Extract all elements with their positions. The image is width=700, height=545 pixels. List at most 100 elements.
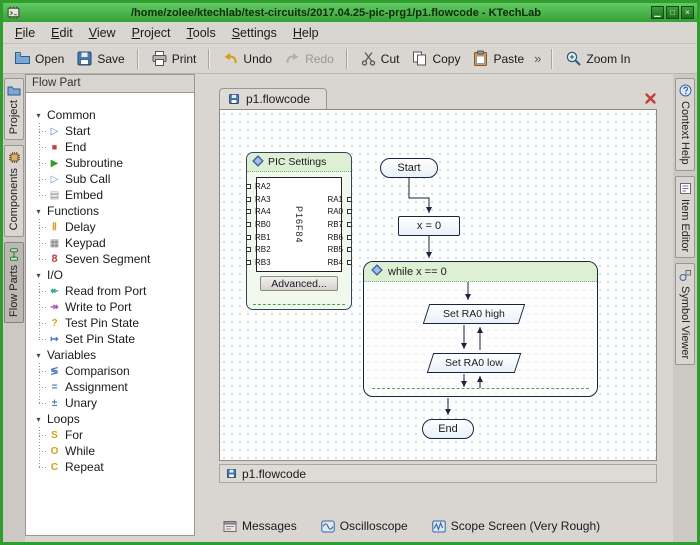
pin-label: RB0	[255, 220, 271, 229]
main-toolbar: Open Save Print Undo Redo Cut Copy	[3, 44, 697, 74]
pin-pad-icon	[246, 184, 251, 189]
tree-item-test-pin-state[interactable]: ? Test Pin State	[48, 315, 190, 331]
menu-view[interactable]: View	[81, 24, 124, 42]
collapse-arrow-icon[interactable]: ▾	[34, 351, 43, 360]
chip-label: P16F84	[294, 206, 304, 244]
dock-tab-item-editor[interactable]: Item Editor	[675, 176, 695, 258]
save-button[interactable]: Save	[71, 47, 129, 70]
pin-pad-icon	[347, 197, 352, 202]
copy-label: Copy	[432, 52, 460, 66]
document-tab-label: p1.flowcode	[246, 92, 310, 106]
tree-item-write-to-port[interactable]: ↠ Write to Port	[48, 299, 190, 315]
tree-item-subroutine[interactable]: ▶ Subroutine	[48, 155, 190, 171]
document-status-label: p1.flowcode	[242, 467, 306, 481]
close-button[interactable]: ×	[681, 6, 694, 19]
pin-pad-icon	[246, 235, 251, 240]
tree-item-end[interactable]: ■ End	[48, 139, 190, 155]
save-label: Save	[97, 52, 124, 66]
tree-group-loops[interactable]: ▾ Loops	[34, 411, 190, 427]
tree-item-unary[interactable]: ± Unary	[48, 395, 190, 411]
tree-item-assignment[interactable]: = Assignment	[48, 379, 190, 395]
open-button[interactable]: Open	[9, 47, 69, 70]
menu-file[interactable]: File	[7, 24, 43, 42]
collapse-arrow-icon[interactable]: ▾	[34, 271, 43, 280]
tree-item-set-pin-state[interactable]: ↦ Set Pin State	[48, 331, 190, 347]
tree-group-functions[interactable]: ▾ Functions	[34, 203, 190, 219]
tree-item-read-from-port[interactable]: ↞ Read from Port	[48, 283, 190, 299]
titlebar[interactable]: /home/zolee/ktechlab/test-circuits/2017.…	[3, 3, 697, 22]
tree-item-label: Test Pin State	[65, 316, 139, 330]
advanced-button[interactable]: Advanced...	[260, 276, 338, 291]
pin-label: RA1	[327, 195, 343, 204]
flowchart-set-ra0-low-node[interactable]: Set RA0 low	[427, 353, 521, 373]
menu-edit[interactable]: Edit	[43, 24, 81, 42]
menu-tools[interactable]: Tools	[179, 24, 224, 42]
collapse-arrow-icon[interactable]: ▾	[34, 415, 43, 424]
while-loop-container[interactable]: while x == 0	[363, 261, 598, 397]
pic-settings-part[interactable]: PIC Settings RA2 RA3 RA4 RB0 RB1 RB2 RB3	[246, 152, 352, 310]
scope-screen-toggle[interactable]: Scope Screen (Very Rough)	[426, 516, 606, 536]
dock-tab-context-help[interactable]: Context Help	[675, 78, 695, 171]
collapse-arrow-icon[interactable]: ▾	[34, 207, 43, 216]
chip-pin: RB5	[327, 244, 339, 257]
pic-chip[interactable]: RA2 RA3 RA4 RB0 RB1 RB2 RB3 P16F84	[256, 177, 342, 272]
tree-item-sub-call[interactable]: ▷ Sub Call	[48, 171, 190, 187]
dock-tab-components[interactable]: Components	[4, 145, 24, 236]
close-document-button[interactable]	[644, 92, 657, 105]
tree-item-delay[interactable]: Ⅱ Delay	[48, 219, 190, 235]
tree-item-label: Delay	[65, 220, 96, 234]
tree-item-for[interactable]: S For	[48, 427, 190, 443]
pin-label: RA3	[255, 195, 271, 204]
pin-pad-icon	[246, 197, 251, 202]
menu-project[interactable]: Project	[124, 24, 179, 42]
menu-settings[interactable]: Settings	[224, 24, 285, 42]
tree-group-common[interactable]: ▾ Common	[34, 107, 190, 123]
tree-item-seven-segment[interactable]: 8 Seven Segment	[48, 251, 190, 267]
tree-item-start[interactable]: ▷ Start	[48, 123, 190, 139]
undo-button[interactable]: Undo	[217, 47, 277, 70]
document-tab-p1-flowcode[interactable]: p1.flowcode	[219, 88, 327, 109]
redo-button[interactable]: Redo	[279, 47, 339, 70]
tree-group-variables[interactable]: ▾ Variables	[34, 347, 190, 363]
copy-button[interactable]: Copy	[406, 47, 465, 70]
dock-tab-project[interactable]: Project	[4, 78, 24, 140]
messages-toggle[interactable]: Messages	[217, 516, 303, 536]
tree-item-comparison[interactable]: ≶ Comparison	[48, 363, 190, 379]
comparison-icon: ≶	[48, 365, 61, 378]
paste-button[interactable]: Paste	[467, 47, 529, 70]
flowchart-start-node[interactable]: Start	[380, 158, 438, 178]
maximize-button[interactable]: □	[666, 6, 679, 19]
cut-button[interactable]: Cut	[355, 47, 405, 70]
floppy-icon	[226, 468, 237, 479]
zoom-in-button[interactable]: Zoom In	[560, 47, 635, 70]
tree-group-label: Variables	[47, 348, 96, 362]
tree-item-keypad[interactable]: ▦ Keypad	[48, 235, 190, 251]
tree-item-label: Repeat	[65, 460, 104, 474]
flowchart-assignment-node[interactable]: x = 0	[398, 216, 460, 236]
chip-pin: RA3	[259, 193, 283, 206]
flowcode-canvas[interactable]: PIC Settings RA2 RA3 RA4 RB0 RB1 RB2 RB3	[219, 109, 657, 461]
copy-icon	[411, 50, 428, 67]
flowchart-set-ra0-high-node[interactable]: Set RA0 high	[423, 304, 525, 324]
pin-label: RA0	[327, 207, 343, 216]
minimize-button[interactable]: ▁	[651, 6, 664, 19]
chip-pin: RB2	[259, 244, 283, 257]
toolbar-overflow-chevron[interactable]: »	[531, 51, 544, 66]
collapse-arrow-icon[interactable]: ▾	[34, 111, 43, 120]
print-button[interactable]: Print	[146, 47, 202, 70]
delay-icon: Ⅱ	[48, 221, 61, 234]
menu-help[interactable]: Help	[285, 24, 327, 42]
oscilloscope-toggle[interactable]: Oscilloscope	[315, 516, 414, 536]
flow-part-tree: ▾ Common ▷ Start ■ End ▶	[26, 93, 194, 535]
flowchart-end-node[interactable]: End	[422, 419, 474, 439]
dock-tab-flow-parts[interactable]: Flow Parts	[4, 242, 24, 323]
pin-label: RA2	[255, 182, 271, 191]
dock-tab-symbol-viewer[interactable]: Symbol Viewer	[675, 263, 695, 365]
tree-item-embed[interactable]: ▤ Embed	[48, 187, 190, 203]
undo-label: Undo	[243, 52, 272, 66]
tree-item-while[interactable]: O While	[48, 443, 190, 459]
tree-group-io[interactable]: ▾ I/O	[34, 267, 190, 283]
tree-item-label: Subroutine	[65, 156, 123, 170]
tree-item-repeat[interactable]: C Repeat	[48, 459, 190, 475]
components-icon	[8, 151, 21, 164]
